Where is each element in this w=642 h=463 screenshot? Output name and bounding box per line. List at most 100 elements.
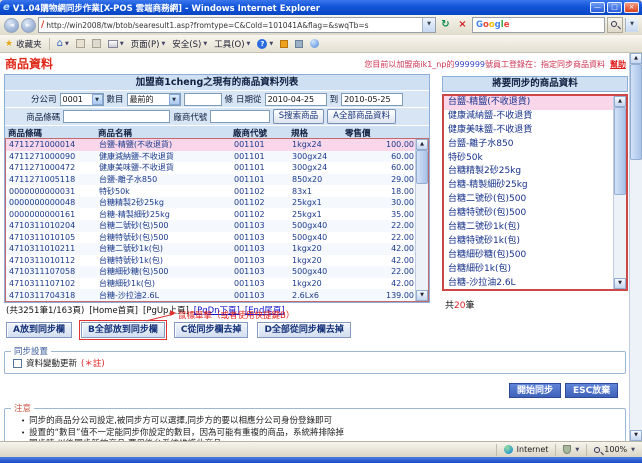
date-from-input[interactable]: 2010-04-25 [265, 93, 327, 106]
search-input[interactable]: Google [472, 17, 605, 33]
column-header[interactable]: 商品條碼 [5, 126, 95, 138]
scroll-up-icon[interactable]: ▲ [630, 53, 642, 64]
table-scrollbar[interactable]: ▲ ▼ [415, 139, 428, 301]
scrollbar-thumb[interactable] [614, 107, 626, 195]
table-row[interactable]: 4711271000014台鹽-精鹽(不收退貨)0011011kgx24100.… [6, 139, 418, 151]
vendor-input[interactable] [210, 110, 269, 123]
all-products-button[interactable]: A全部商品資料 [327, 109, 396, 124]
search-options-icon[interactable]: ▼ [625, 18, 638, 32]
sync-list-item[interactable]: 特砂50k [444, 152, 613, 166]
total-count: 20 [454, 301, 465, 311]
scrollbar-thumb[interactable] [630, 64, 642, 160]
print-button[interactable]: ▼ [108, 40, 124, 48]
table-row[interactable]: 4710311010211台糖二號砂1k(包)0011031kgx2042.00 [6, 243, 418, 255]
count-select[interactable]: 最前的 ▼ [127, 93, 181, 106]
column-header[interactable]: 零售價 [342, 126, 417, 138]
table-row[interactable]: 4711271000090健康減納鹽-不收退貨001101300gx2460.0… [6, 151, 418, 163]
table-row[interactable]: 0000000000161台糖-精製細砂25kg00110225kgx135.0… [6, 208, 418, 220]
addon-icon[interactable] [280, 40, 288, 48]
favorites-button[interactable]: ★ 收藏夹 [5, 38, 42, 50]
barcode-input[interactable] [63, 110, 170, 123]
read-mail-icon[interactable] [92, 39, 101, 48]
search-button[interactable] [607, 17, 623, 33]
sync-list-item[interactable]: 健康減納鹽-不收退貨 [444, 110, 613, 124]
data-update-checkbox[interactable] [13, 359, 22, 368]
sync-button[interactable]: B全部放到同步欄 [81, 322, 165, 338]
stop-button[interactable]: × [455, 17, 470, 33]
sync-list-scrollbar[interactable]: ▲ ▼ [613, 96, 626, 289]
count-input[interactable] [184, 93, 222, 106]
scrollbar-track[interactable] [630, 160, 642, 430]
sync-list-item[interactable]: 台糖特號砂1k(包) [444, 235, 613, 249]
addon-icon[interactable] [295, 40, 303, 48]
table-row[interactable]: 0000000000031特砂50k00110283x118.00 [6, 185, 418, 197]
zoom-control[interactable]: 100% ▼ [586, 444, 642, 456]
sync-list-item[interactable]: 台糖二號砂(包)500 [444, 193, 613, 207]
search-products-button[interactable]: S搜索商品 [273, 109, 324, 124]
help-link[interactable]: 幫助 [610, 60, 626, 69]
table-row[interactable]: 4710311010105台糖特號砂(包)500001103500gx4022.… [6, 232, 418, 244]
column-header[interactable]: 規格 [288, 126, 342, 138]
vendor-code: 001101 [231, 140, 289, 149]
column-header[interactable]: 商品名稱 [95, 126, 230, 138]
sync-list-item[interactable]: 台糖-沙拉油2.6L [444, 277, 613, 289]
minimize-button[interactable]: — [590, 2, 605, 13]
vendor-code: 001103 [231, 221, 289, 230]
table-row[interactable]: 4710311107102台糖細砂1k(包)0011031kgx2042.00 [6, 278, 418, 290]
menu-button[interactable]: 页面(P)▼ [131, 38, 166, 50]
start-sync-button[interactable]: 開始同步 [509, 383, 561, 398]
product-spec: 1kgx24 [289, 140, 343, 149]
sync-listbox[interactable]: 台鹽-精鹽(不收退貨)健康減納鹽-不收退貨健康美味鹽-不收退貨台鹽-離子水850… [442, 94, 628, 291]
table-row[interactable]: 4710311010112台糖特號砂1k(包)0011031kgx2042.00 [6, 255, 418, 267]
address-dropdown-icon[interactable]: ▼ [422, 18, 435, 32]
menu-button[interactable]: 安全(S)▼ [172, 38, 207, 50]
sync-list-item[interactable]: 台糖細砂1k(包) [444, 263, 613, 277]
column-header[interactable]: 廠商代號 [230, 126, 288, 138]
home-button[interactable]: ⌂ ▼ [57, 38, 69, 50]
sync-list-item[interactable]: 台糖精製2砂25kg [444, 165, 613, 179]
branch-select[interactable]: 0001 ▼ [60, 93, 104, 106]
forward-button[interactable]: ► [21, 18, 36, 33]
addon-icon[interactable] [310, 39, 319, 48]
sync-list-item[interactable]: 台糖-精製細砂25kg [444, 179, 613, 193]
note-item: •同步的商品分公司設定,被同步方可以選擇,同步方的要以相應分公司身份登錄即可 [21, 416, 625, 428]
protected-mode-zone[interactable]: ▼ [555, 444, 586, 456]
table-row[interactable]: 4711271000472健康美味鹽-不收退貨001101300gx2460.0… [6, 162, 418, 174]
address-field[interactable]: ∕ http://win2008/tw/btob/searesult1.asp?… [38, 17, 436, 33]
sync-button[interactable]: A放到同步欄 [6, 322, 72, 338]
cancel-button[interactable]: ESC放棄 [565, 383, 618, 398]
rows-unit-label: 條 [225, 93, 234, 105]
scrollbar-thumb[interactable] [416, 150, 428, 184]
date-to-input[interactable]: 2010-05-25 [341, 93, 403, 106]
sync-button[interactable]: D全部從同步欄去掉 [257, 322, 350, 338]
sync-button[interactable]: C從同步欄去掉 [174, 322, 249, 338]
help-button[interactable]: ? ▼ [257, 39, 273, 49]
scrollbar-track[interactable] [416, 184, 428, 290]
table-row[interactable]: 4711271005118台鹽-離子水850001101850x2029.00 [6, 174, 418, 186]
pagination-link[interactable]: [Home首頁] [89, 304, 138, 316]
table-row[interactable]: 4710311704318台糖-沙拉油2.6L0011032.6Lx6139.0… [6, 289, 418, 301]
table-row[interactable]: 4710311107058台糖細砂糖(包)500001103500gx4022.… [6, 266, 418, 278]
scroll-down-icon[interactable]: ▼ [416, 290, 428, 301]
menu-button[interactable]: 工具(O)▼ [214, 38, 250, 50]
sync-list-item[interactable]: 台糖細砂糖(包)500 [444, 249, 613, 263]
page-scrollbar[interactable]: ▲ ▼ [629, 53, 642, 441]
product-spec: 500gx40 [289, 233, 343, 242]
sync-list-item[interactable]: 台鹽-精鹽(不收退貨) [444, 96, 613, 110]
refresh-button[interactable]: ↻ [438, 17, 453, 33]
scroll-up-icon[interactable]: ▲ [614, 96, 626, 107]
table-row[interactable]: 4710311010204台糖二號砂(包)500001103500gx4022.… [6, 220, 418, 232]
table-row[interactable]: 0000000000048台糖精製2砂25kg00110225kgx130.00 [6, 197, 418, 209]
scrollbar-track[interactable] [614, 195, 626, 278]
close-button[interactable]: × [624, 2, 639, 13]
sync-list-item[interactable]: 台糖特號砂(包)500 [444, 207, 613, 221]
sync-list-item[interactable]: 健康美味鹽-不收退貨 [444, 124, 613, 138]
scroll-up-icon[interactable]: ▲ [416, 139, 428, 150]
feeds-icon[interactable] [76, 39, 85, 48]
sync-list-item[interactable]: 台糖二號砂1k(包) [444, 221, 613, 235]
sync-list-item[interactable]: 台鹽-離子水850 [444, 138, 613, 152]
scroll-down-icon[interactable]: ▼ [614, 278, 626, 289]
back-button[interactable]: ◄ [4, 18, 19, 33]
maximize-button[interactable]: □ [607, 2, 622, 13]
scroll-down-icon[interactable]: ▼ [630, 430, 642, 441]
